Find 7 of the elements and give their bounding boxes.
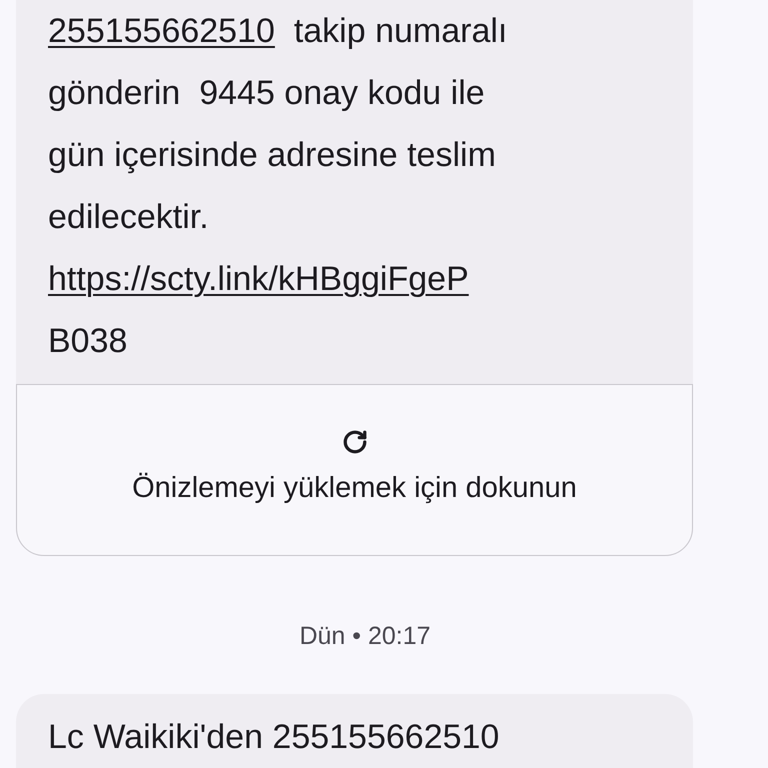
message-link[interactable]: 255155662510 — [48, 12, 275, 50]
message-text: 255155662510 takip numaralı gönderin 9445 onay kodu ile gün içerisinde adresine teslim edilecektir. https://scty.link/kHBggiFgeP B038 — [47, 11, 508, 362]
message-link[interactable]: https://scty.link/kHBggiFgeP — [48, 260, 469, 298]
message-text: Lc Waikiki'den 255155662510 — [47, 716, 500, 758]
refresh-icon — [342, 429, 368, 456]
link-preview-card[interactable]: Önizlemeyi yüklemek için dokunun — [16, 384, 693, 556]
message-timestamp: Dün • 20:17 — [298, 621, 432, 652]
